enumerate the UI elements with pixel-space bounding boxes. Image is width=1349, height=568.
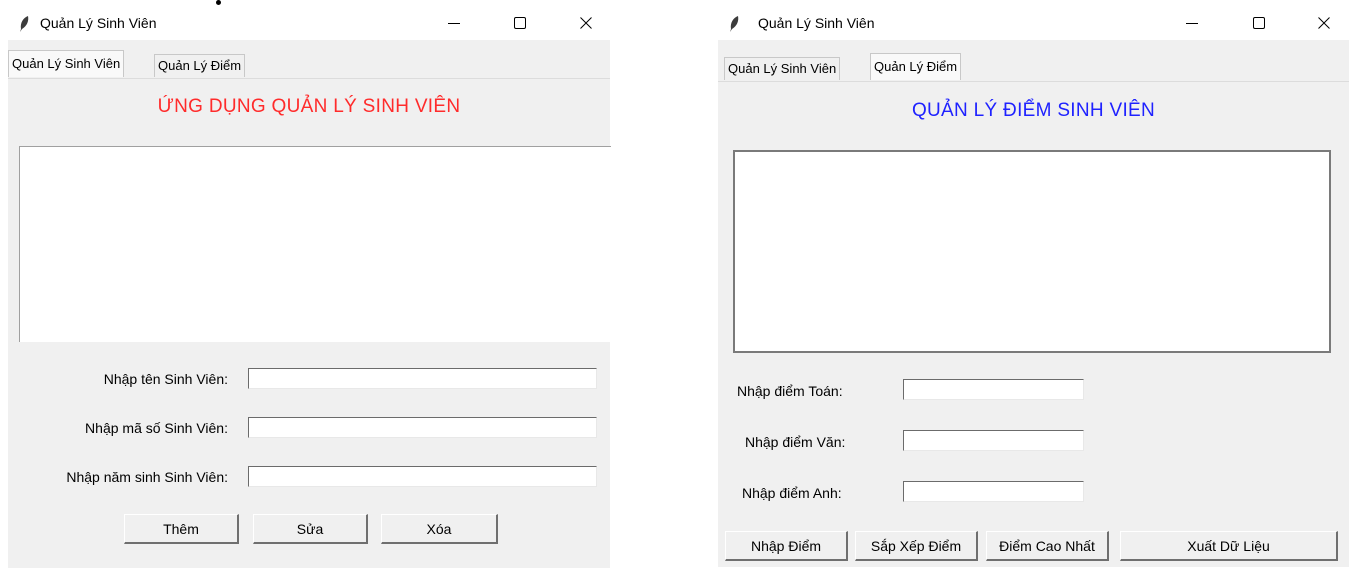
delete-button[interactable]: Xóa bbox=[381, 514, 498, 544]
student-id-label: Nhập mã số Sinh Viên: bbox=[85, 420, 228, 436]
student-birthyear-input[interactable] bbox=[248, 466, 597, 487]
grade-management-window: Quản Lý Sinh Viên Quản Lý Sinh Viên Quản… bbox=[718, 6, 1349, 567]
maximize-button[interactable] bbox=[1238, 10, 1280, 36]
maximize-icon bbox=[1253, 17, 1265, 29]
close-button[interactable] bbox=[1303, 10, 1345, 36]
student-birthyear-label: Nhập năm sinh Sinh Viên: bbox=[66, 469, 228, 485]
tab-grade-management[interactable]: Quản Lý Điểm bbox=[870, 53, 962, 80]
english-score-input[interactable] bbox=[903, 481, 1084, 502]
student-id-input[interactable] bbox=[248, 417, 597, 438]
english-score-label: Nhập điểm Anh: bbox=[742, 485, 842, 501]
minimize-icon bbox=[448, 23, 460, 24]
enter-scores-button[interactable]: Nhập Điểm bbox=[725, 531, 848, 561]
literature-score-input[interactable] bbox=[903, 430, 1084, 451]
maximize-icon bbox=[514, 17, 526, 29]
tab-student-management[interactable]: Quản Lý Sinh Viên bbox=[8, 50, 125, 77]
close-button[interactable] bbox=[565, 10, 607, 36]
export-data-button[interactable]: Xuất Dữ Liệu bbox=[1120, 531, 1338, 561]
feather-icon bbox=[730, 16, 739, 32]
add-button[interactable]: Thêm bbox=[124, 514, 239, 544]
minimize-button[interactable] bbox=[1171, 10, 1213, 36]
window-title: Quản Lý Sinh Viên bbox=[758, 15, 875, 31]
page-heading: QUẢN LÝ ĐIỂM SINH VIÊN bbox=[911, 100, 1156, 121]
math-score-input[interactable] bbox=[903, 379, 1084, 400]
student-management-window: Quản Lý Sinh Viên Quản Lý Sinh Viên Quản… bbox=[8, 6, 611, 568]
page-heading: ỨNG DỤNG QUẢN LÝ SINH VIÊN bbox=[157, 96, 461, 117]
close-icon bbox=[1318, 17, 1330, 29]
math-score-label: Nhập điểm Toán: bbox=[737, 383, 843, 399]
literature-score-label: Nhập điểm Văn: bbox=[745, 434, 846, 450]
tab-student-management[interactable]: Quản Lý Sinh Viên bbox=[724, 57, 841, 80]
student-listbox[interactable] bbox=[19, 146, 611, 342]
maximize-button[interactable] bbox=[499, 10, 541, 36]
notebook-tabs: Quản Lý Sinh Viên Quản Lý Điểm bbox=[8, 48, 610, 79]
window-title: Quản Lý Sinh Viên bbox=[40, 15, 157, 31]
title-bar[interactable]: Quản Lý Sinh Viên bbox=[8, 6, 610, 40]
grade-listbox[interactable] bbox=[733, 150, 1331, 353]
highest-score-button[interactable]: Điểm Cao Nhất bbox=[986, 531, 1109, 561]
edit-button[interactable]: Sửa bbox=[253, 514, 368, 544]
student-name-label: Nhập tên Sinh Viên: bbox=[103, 371, 228, 387]
close-icon bbox=[580, 17, 592, 29]
tab-grade-management[interactable]: Quản Lý Điểm bbox=[154, 54, 246, 77]
stray-dot bbox=[216, 0, 221, 5]
title-bar[interactable]: Quản Lý Sinh Viên bbox=[718, 6, 1349, 40]
minimize-icon bbox=[1186, 23, 1198, 24]
sort-scores-button[interactable]: Sắp Xếp Điểm bbox=[855, 531, 978, 561]
student-name-input[interactable] bbox=[248, 368, 597, 389]
feather-icon bbox=[20, 16, 29, 32]
minimize-button[interactable] bbox=[433, 10, 475, 36]
notebook-tabs: Quản Lý Sinh Viên Quản Lý Điểm bbox=[718, 51, 1349, 82]
